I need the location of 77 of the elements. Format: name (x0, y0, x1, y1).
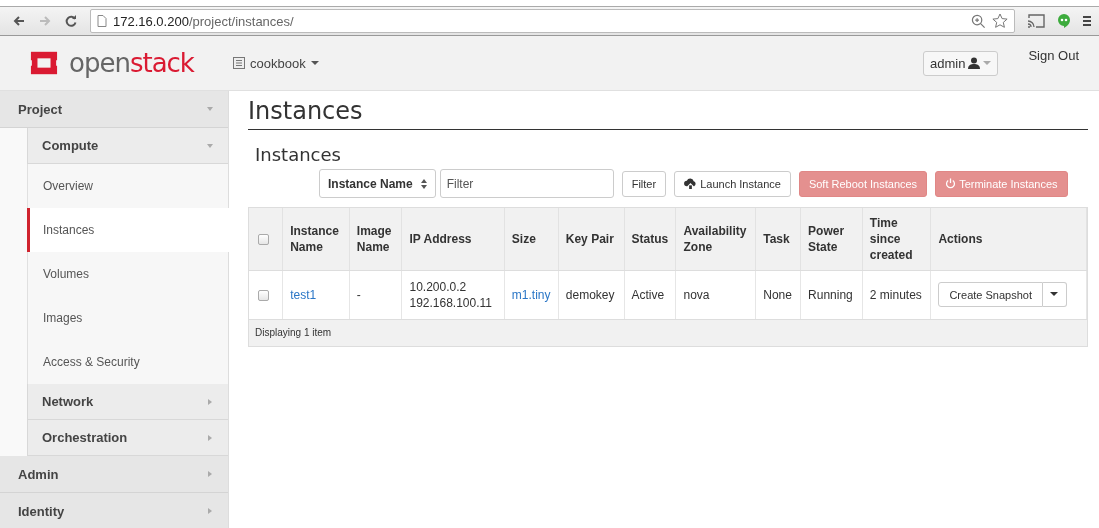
sidebar-group[interactable]: Compute (27, 128, 228, 164)
column-header: Instance Name (282, 208, 350, 270)
table-cell: None (763, 287, 792, 302)
brand-name: openstack (69, 48, 194, 78)
ip-address: 192.168.100.11 (409, 294, 493, 311)
page-icon (97, 15, 107, 27)
chevron-icon (206, 433, 214, 442)
column-header: Availability Zone (675, 208, 756, 270)
group-label: Compute (42, 138, 99, 153)
column-header: Size (504, 208, 559, 270)
checkbox[interactable] (258, 234, 269, 246)
caret-icon (1050, 292, 1059, 297)
sidebar-section[interactable]: Project (0, 91, 228, 128)
group-label: Network (42, 394, 94, 409)
sidebar-item[interactable]: Instances (27, 208, 229, 252)
actions-dropdown-button[interactable] (1043, 282, 1067, 307)
cast-icon[interactable] (1027, 14, 1045, 28)
sort-icon (420, 178, 427, 189)
column-header: Status (624, 208, 676, 270)
table-cell: Running (808, 287, 853, 302)
caret-icon (983, 60, 992, 66)
table-cell: 2 minutes (869, 287, 922, 302)
table-cell: Active (631, 287, 665, 302)
sidebar-item[interactable]: Images (27, 296, 228, 340)
sidebar-item[interactable]: Volumes (27, 252, 228, 296)
column-header: IP Address (401, 208, 505, 270)
filter-select[interactable]: Instance Name (319, 169, 436, 198)
user-dropdown[interactable]: admin (923, 50, 999, 76)
sidebar-section[interactable]: Identity (0, 493, 228, 528)
table-cell: nova (683, 287, 710, 302)
column-header: Time since created (862, 208, 931, 270)
table-cell: demokey (565, 287, 615, 302)
reload-icon[interactable] (64, 14, 78, 28)
sidebar-section[interactable]: Admin (0, 456, 228, 493)
star-icon[interactable] (992, 13, 1008, 29)
group-label: Orchestration (42, 430, 128, 445)
column-header: Image Name (349, 208, 402, 270)
column-header: Task (755, 208, 801, 270)
chevron-icon (206, 141, 214, 150)
sign-out-link[interactable]: Sign Out (1028, 48, 1079, 63)
url-text: 172.16.0.200/project/instances/ (113, 13, 294, 29)
section-label: Identity (18, 503, 65, 519)
toolbar-button[interactable]: Launch Instance (674, 170, 791, 197)
logo-icon (27, 49, 61, 77)
power-icon (945, 178, 957, 189)
instance-link[interactable]: test1 (290, 287, 317, 302)
project-dropdown[interactable]: cookbook (233, 55, 319, 71)
book-icon (233, 57, 245, 69)
create-snapshot-button[interactable]: Create Snapshot (938, 282, 1043, 307)
section-title: Instances (255, 144, 342, 165)
chevron-icon (206, 507, 214, 515)
size-link[interactable]: m1.tiny (511, 287, 551, 302)
toolbar-button[interactable]: Filter (621, 170, 667, 197)
cloud-upload-icon (684, 178, 698, 189)
chevron-icon (206, 105, 214, 113)
menu-icon[interactable] (1083, 15, 1091, 27)
user-icon (968, 57, 981, 69)
filter-field[interactable]: Filter (439, 169, 614, 198)
ip-address: 10.200.0.2 (409, 278, 468, 295)
column-header: Power State (800, 208, 863, 270)
item-count: Displaying 1 item (255, 327, 332, 338)
sidebar-group[interactable]: Orchestration (27, 420, 228, 456)
table-cell: - (356, 287, 361, 302)
column-header: Key Pair (558, 208, 624, 270)
zoom-icon[interactable] (971, 13, 986, 29)
chat-bubble-icon[interactable] (1057, 13, 1071, 29)
checkbox[interactable] (258, 289, 269, 301)
column-header: Actions (930, 208, 1087, 270)
caret-icon (310, 60, 319, 66)
section-label: Project (18, 101, 63, 117)
section-label: Admin (18, 466, 59, 482)
chevron-icon (206, 397, 214, 406)
sidebar-group[interactable]: Network (27, 384, 228, 420)
back-icon[interactable] (12, 14, 26, 28)
page-title: Instances (248, 97, 364, 125)
address-bar[interactable]: 172.16.0.200/project/instances/ (90, 9, 1015, 33)
chevron-icon (206, 470, 214, 478)
